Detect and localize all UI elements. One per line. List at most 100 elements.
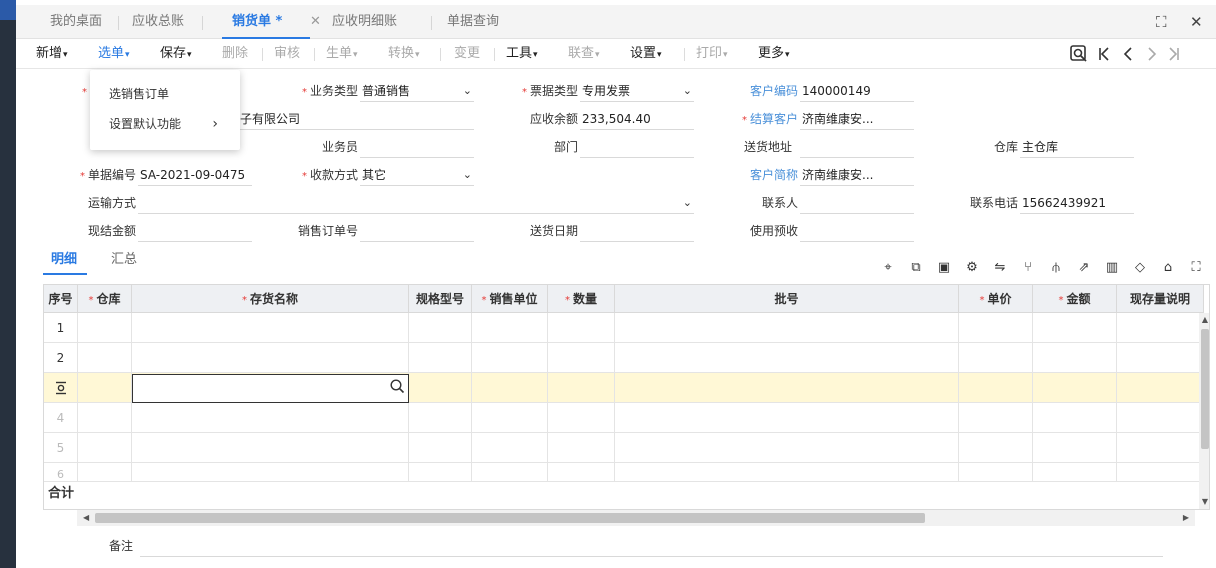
settle-customer-field[interactable]: 济南维康安... — [800, 108, 914, 130]
col-header-quantity[interactable]: * 数量 — [548, 285, 615, 313]
col-header-item-name[interactable]: * 存货名称 — [132, 285, 409, 313]
cash-amount-field[interactable] — [138, 220, 252, 242]
row-number: 5 — [44, 433, 78, 463]
search-doc-icon[interactable] — [1070, 39, 1088, 69]
customer-short-field: 济南维康安... — [800, 164, 914, 186]
row-number: 4 — [44, 403, 78, 433]
next-record-icon[interactable] — [1146, 39, 1158, 69]
phone-field[interactable]: 15662439921 — [1020, 192, 1134, 214]
first-record-icon[interactable] — [1098, 39, 1110, 69]
doc-number-field[interactable]: SA-2021-09-0475 — [138, 164, 252, 186]
sales-order-no-label: 销售订单号 — [297, 224, 358, 238]
business-type-label: * 业务类型 — [301, 84, 358, 98]
detail-tab-underline — [43, 273, 87, 275]
export-icon[interactable]: ⇗ — [1076, 259, 1092, 277]
scroll-up-icon[interactable]: ▲ — [1199, 315, 1209, 324]
fullscreen-icon[interactable]: ⛶ — [1188, 259, 1204, 277]
invoice-type-select[interactable]: 专用发票 ⌄ — [580, 80, 694, 102]
use-prepay-field[interactable] — [800, 220, 914, 242]
tab-detail[interactable]: 明细 — [51, 250, 77, 272]
close-icon[interactable]: ✕ — [310, 5, 321, 39]
tab-receivable-detail[interactable]: 应收明细账 — [332, 5, 397, 39]
change-button[interactable]: 变更 — [454, 39, 480, 69]
delivery-date-field[interactable] — [580, 220, 694, 242]
search-icon[interactable] — [390, 379, 405, 398]
location-icon[interactable]: ⌖ — [880, 259, 896, 277]
col-header-seq: 序号 — [44, 285, 78, 313]
more-button[interactable]: 更多▾ — [758, 39, 790, 69]
eraser-icon[interactable]: ◇ — [1132, 259, 1148, 277]
contact-field[interactable] — [800, 192, 914, 214]
tab-label: 销货单 * — [232, 14, 283, 29]
transform-icon[interactable]: ⇋ — [992, 259, 1008, 277]
close-window-icon[interactable]: ✕ — [1190, 5, 1203, 39]
paste-icon[interactable]: ▣ — [936, 259, 952, 277]
link-query-button[interactable]: 联查▾ — [568, 39, 600, 69]
table-row[interactable]: 5 — [44, 433, 1199, 463]
remark-field[interactable] — [140, 556, 1163, 557]
col-header-warehouse[interactable]: * 仓库 — [78, 285, 132, 313]
warehouse-icon[interactable]: ⌂ — [1160, 259, 1176, 277]
chart-icon[interactable]: ⫛ — [1048, 259, 1064, 277]
customer-name-field[interactable]: 子有限公司 — [238, 108, 474, 130]
save-button[interactable]: 保存▾ — [160, 39, 192, 69]
tab-document-query[interactable]: 单据查询 — [447, 5, 499, 39]
col-header-amount[interactable]: * 金额 — [1033, 285, 1117, 313]
chevron-down-icon: ⌄ — [682, 84, 692, 97]
table-row[interactable]: 1 — [44, 313, 1199, 343]
toolbar-separator — [262, 48, 263, 61]
department-field[interactable] — [580, 136, 694, 158]
scroll-right-icon[interactable]: ▶ — [1183, 510, 1189, 526]
warehouse-field[interactable]: 主仓库 — [1020, 136, 1134, 158]
item-name-input[interactable] — [132, 374, 409, 403]
table-row[interactable]: 2 — [44, 343, 1199, 373]
last-record-icon[interactable] — [1168, 39, 1180, 69]
doc-number-label: * 单据编号 — [79, 168, 136, 182]
tab-sales-delivery[interactable]: 销货单 * ✕ — [222, 5, 321, 39]
copy-row-icon[interactable]: ⧉ — [908, 259, 924, 277]
delivery-address-field[interactable] — [800, 136, 914, 158]
tab-receivable-ledger[interactable]: 应收总账 — [132, 5, 184, 39]
sales-order-no-field[interactable] — [360, 220, 474, 242]
chevron-down-icon: ⌄ — [462, 84, 472, 97]
settings-icon[interactable]: ⚙ — [964, 259, 980, 277]
col-header-stock-note[interactable]: 现存量说明 — [1117, 285, 1204, 313]
scroll-down-icon[interactable]: ▼ — [1199, 497, 1209, 506]
audit-button[interactable]: 审核 — [274, 39, 300, 69]
toolbar-separator — [440, 48, 441, 61]
tab-summary[interactable]: 汇总 — [111, 250, 137, 272]
tools-button[interactable]: 工具▾ — [506, 39, 538, 69]
prev-record-icon[interactable] — [1122, 39, 1134, 69]
vertical-scrollbar[interactable]: ▲ ▼ — [1199, 313, 1209, 509]
invoice-type-label: * 票据类型 — [521, 84, 578, 98]
row-number: 1 — [44, 313, 78, 343]
salesman-field[interactable] — [360, 136, 474, 158]
col-header-unit-price[interactable]: * 单价 — [959, 285, 1033, 313]
transport-select[interactable]: ⌄ — [138, 192, 694, 214]
new-button[interactable]: 新增▾ — [36, 39, 68, 69]
convert-button[interactable]: 转换▾ — [388, 39, 420, 69]
generate-button[interactable]: 生单▾ — [326, 39, 358, 69]
tab-desktop[interactable]: 我的桌面 — [50, 5, 102, 39]
horizontal-scrollbar[interactable]: ◀ ▶ — [77, 510, 1195, 526]
scroll-left-icon[interactable]: ◀ — [83, 510, 89, 526]
business-type-select[interactable]: 普通销售 ⌄ — [360, 80, 474, 102]
delete-button[interactable]: 删除 — [222, 39, 248, 69]
payment-method-select[interactable]: 其它 ⌄ — [360, 164, 474, 186]
menu-item-select-sales-order[interactable]: 选销售订单 — [90, 79, 240, 109]
customer-code-field[interactable]: 140000149 — [800, 80, 914, 102]
menu-item-default-function[interactable]: 设置默认功能 › — [90, 109, 240, 139]
split-icon[interactable]: ⑂ — [1020, 259, 1036, 277]
columns-icon[interactable]: ▥ — [1104, 259, 1120, 277]
settings-button[interactable]: 设置▾ — [630, 39, 662, 69]
table-row[interactable]: 4 — [44, 403, 1199, 433]
col-header-spec[interactable]: 规格型号 — [409, 285, 472, 313]
col-header-batch[interactable]: 批号 — [615, 285, 959, 313]
print-button[interactable]: 打印▾ — [696, 39, 728, 69]
row-edit-icon[interactable] — [44, 373, 78, 403]
col-header-sales-unit[interactable]: * 销售单位 — [472, 285, 548, 313]
vertical-scroll-thumb[interactable] — [1201, 329, 1209, 449]
select-doc-button[interactable]: 选单▾ — [98, 39, 130, 69]
expand-icon[interactable]: ⛶ — [1156, 5, 1167, 39]
horizontal-scroll-thumb[interactable] — [95, 513, 925, 523]
